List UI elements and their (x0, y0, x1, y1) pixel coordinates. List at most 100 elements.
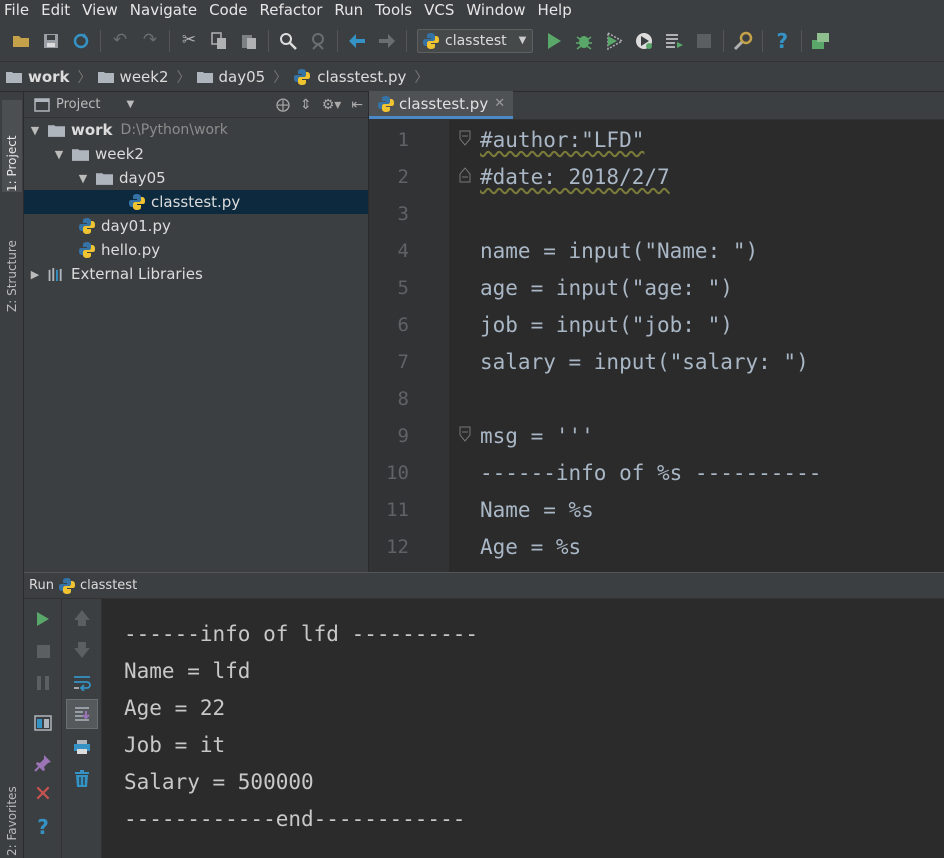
run-panel-header: Run classtest (24, 572, 944, 599)
menu-refactor[interactable]: Refactor (256, 1, 331, 19)
console-line: Salary = 500000 (124, 769, 314, 794)
save-icon[interactable] (40, 30, 62, 52)
print-icon[interactable] (70, 735, 94, 759)
menu-file[interactable]: File (0, 1, 38, 19)
tab-structure[interactable]: Z: Structure (2, 212, 22, 312)
python-icon (58, 577, 75, 594)
run-configuration-select[interactable]: classtest ▼ (417, 28, 534, 53)
rerun-icon[interactable] (31, 607, 55, 631)
cut-icon[interactable]: ✂ (178, 30, 200, 52)
copy-icon[interactable] (208, 30, 230, 52)
expanded-arrow-icon[interactable]: ▼ (52, 148, 66, 161)
soft-wrap-icon[interactable] (70, 671, 94, 695)
build-icon[interactable] (663, 30, 685, 52)
python-file-icon (378, 95, 394, 112)
code-line: 4 name = input("Name: ") (397, 238, 759, 263)
folder-icon (97, 71, 114, 83)
tree-item-day05[interactable]: ▼ day05 (24, 166, 368, 190)
trash-icon[interactable] (70, 767, 94, 791)
tree-item-day01[interactable]: day01.py (24, 214, 368, 238)
fold-icon[interactable] (459, 130, 471, 146)
toolbar-separator (762, 29, 764, 52)
restore-layout-icon[interactable] (31, 711, 55, 735)
collapsed-arrow-icon[interactable]: ▶ (28, 268, 42, 281)
tree-item-week2[interactable]: ▼ week2 (24, 142, 368, 166)
run-panel-label: Run (29, 578, 54, 593)
stop-icon[interactable] (693, 30, 715, 52)
tab-favorites[interactable]: 2: Favorites (2, 772, 22, 856)
breadcrumb-classtest[interactable]: classtest.py 〉 (293, 67, 428, 87)
profile-icon[interactable] (633, 30, 655, 52)
fold-icon[interactable] (459, 167, 471, 183)
chevron-down-icon[interactable]: ▼ (126, 99, 134, 110)
toolbar-separator (337, 29, 338, 52)
tree-item-classtest[interactable]: classtest.py (24, 190, 368, 214)
scroll-to-end-icon[interactable] (66, 699, 98, 729)
expanded-arrow-icon[interactable]: ▼ (28, 124, 42, 137)
arrow-up-icon[interactable]: 🡅 (70, 607, 94, 631)
folder-icon (6, 71, 22, 83)
undo-icon[interactable]: ↶ (109, 30, 131, 52)
tree-item-hello[interactable]: hello.py (24, 238, 368, 262)
back-icon[interactable] (346, 30, 368, 52)
stop-icon[interactable] (31, 639, 55, 663)
collapse-all-icon[interactable]: ⇕ (300, 97, 312, 113)
left-tool-strip: 1: Project Z: Structure 2: Favorites (0, 92, 24, 858)
console-line: ------------end------------ (124, 806, 466, 831)
menu-code[interactable]: Code (206, 1, 256, 19)
locate-icon[interactable]: ⨁ (276, 97, 290, 113)
menu-tools[interactable]: Tools (372, 1, 421, 19)
settings-icon[interactable] (732, 30, 754, 52)
tree-item-work[interactable]: ▼ work D:\Python\work (24, 118, 368, 142)
pin-icon[interactable] (31, 751, 55, 775)
run-toolbar-secondary: 🡅 🡇 (62, 599, 102, 858)
help-icon[interactable]: ? (31, 815, 55, 839)
debug-icon[interactable] (573, 30, 595, 52)
hide-panel-icon[interactable]: ⇤ (351, 97, 363, 113)
project-panel-tools: ⨁ ⇕ ⚙▾ ⇤ (271, 97, 368, 113)
menu-navigate[interactable]: Navigate (127, 1, 206, 19)
code-line: 3 (397, 202, 409, 225)
find-icon[interactable] (277, 30, 299, 52)
toolbar-separator (406, 29, 407, 52)
gear-icon[interactable]: ⚙▾ (322, 97, 342, 113)
sync-icon[interactable] (70, 30, 92, 52)
close-icon[interactable]: ✕ (494, 96, 505, 111)
help-icon[interactable]: ? (771, 30, 793, 52)
arrow-down-icon[interactable]: 🡇 (70, 639, 94, 663)
tab-project[interactable]: 1: Project (2, 100, 22, 192)
expanded-arrow-icon[interactable]: ▼ (76, 172, 90, 185)
run-icon[interactable] (543, 30, 565, 52)
coverage-icon[interactable] (603, 30, 625, 52)
folder-icon (96, 172, 113, 185)
fold-icon[interactable] (459, 426, 471, 442)
close-icon[interactable]: ✕ (31, 783, 55, 807)
editor-tab-classtest[interactable]: classtest.py ✕ (369, 91, 514, 119)
open-icon[interactable] (10, 30, 32, 52)
menu-view[interactable]: View (79, 1, 127, 19)
project-view-select[interactable]: Project (56, 97, 100, 112)
run-panel-tab-classtest[interactable]: classtest (80, 578, 137, 593)
menu-window[interactable]: Window (463, 1, 534, 19)
forward-icon[interactable] (376, 30, 398, 52)
menu-vcs[interactable]: VCS (421, 1, 463, 19)
replace-icon[interactable] (307, 30, 329, 52)
code-line: 8 (397, 387, 409, 410)
pause-icon[interactable] (31, 671, 55, 695)
toolbar-separator (169, 29, 170, 52)
run-console-output[interactable]: ------info of lfd ---------- Name = lfd … (102, 599, 944, 858)
code-area[interactable]: 1 #author:"LFD" 2 #date: 2018/2/7 3 4 na… (369, 120, 944, 572)
breadcrumb-work[interactable]: work 〉 (6, 67, 92, 87)
breadcrumb-week2[interactable]: week2 〉 (97, 67, 191, 87)
project-panel: Project ▼ ⨁ ⇕ ⚙▾ ⇤ ▼ work D:\Python\work… (24, 92, 369, 572)
tree-item-external-libraries[interactable]: ▶ External Libraries (24, 262, 368, 286)
redo-icon[interactable]: ↷ (139, 30, 161, 52)
code-line: 2 #date: 2018/2/7 (397, 164, 670, 189)
run-configuration-label: classtest (445, 32, 507, 49)
breadcrumb-day05[interactable]: day05 〉 (196, 67, 287, 87)
paste-icon[interactable] (238, 30, 260, 52)
menu-run[interactable]: Run (331, 1, 372, 19)
menu-help[interactable]: Help (535, 1, 581, 19)
sdk-icon[interactable] (810, 30, 832, 52)
menu-edit[interactable]: Edit (38, 1, 79, 19)
